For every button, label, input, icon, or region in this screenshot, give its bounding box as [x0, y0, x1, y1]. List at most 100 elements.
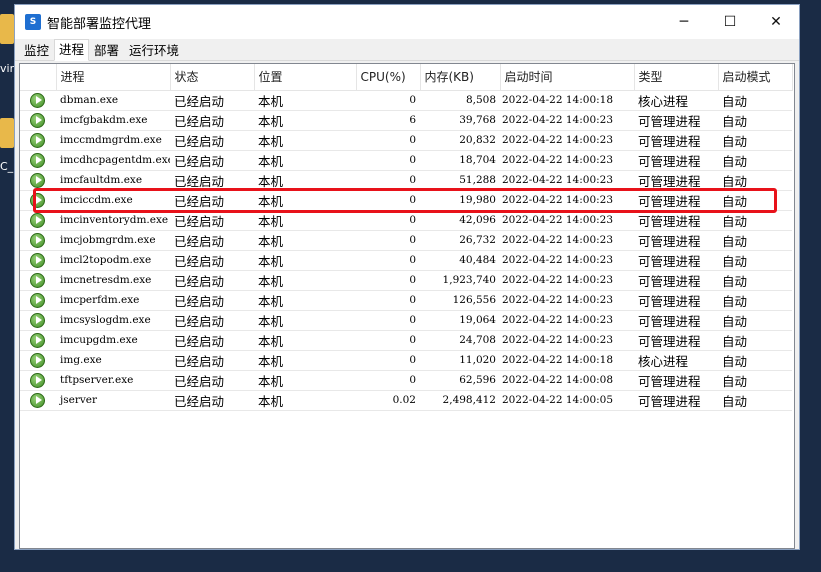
start-time: 2022-04-22 14:00:23	[500, 130, 634, 151]
process-type: 可管理进程	[634, 270, 718, 291]
process-type: 可管理进程	[634, 230, 718, 251]
location: 本机	[254, 170, 356, 191]
start-time: 2022-04-22 14:00:23	[500, 170, 634, 191]
memory: 42,096	[420, 210, 500, 231]
start-time: 2022-04-22 14:00:23	[500, 250, 634, 271]
running-play-icon	[30, 152, 45, 168]
process-name: imcnetresdm.exe	[56, 270, 170, 291]
icon-cell	[20, 170, 56, 191]
header-cpu[interactable]: CPU(%)	[356, 64, 421, 91]
header-start-mode[interactable]: 启动模式	[718, 64, 793, 91]
running-play-icon	[30, 372, 45, 388]
table-row[interactable]: imcfgbakdm.exe 已经启动 本机 6 39,768 2022-04-22 14…	[20, 110, 792, 131]
process-type: 可管理进程	[634, 310, 718, 331]
memory: 20,832	[420, 130, 500, 151]
table-row[interactable]: imcsyslogdm.exe 已经启动 本机 0 19,064 2022-04-22 1…	[20, 310, 792, 331]
table-row[interactable]: imcperfdm.exe 已经启动 本机 0 126,556 2022-04-22 14…	[20, 290, 792, 311]
start-mode: 自动	[718, 90, 792, 111]
cpu: 0	[356, 350, 420, 371]
location: 本机	[254, 230, 356, 251]
process-name: imciccdm.exe	[56, 190, 170, 211]
memory: 2,498,412	[420, 390, 500, 411]
header-start-time[interactable]: 启动时间	[500, 64, 635, 91]
start-mode: 自动	[718, 290, 792, 311]
location: 本机	[254, 90, 356, 111]
running-play-icon	[30, 132, 45, 148]
start-mode: 自动	[718, 370, 792, 391]
table-row[interactable]: imcupgdm.exe 已经启动 本机 0 24,708 2022-04-22 14:0…	[20, 330, 792, 351]
process-type: 可管理进程	[634, 130, 718, 151]
table-row[interactable]: imcnetresdm.exe 已经启动 本机 0 1,923,740 2022-04-2…	[20, 270, 792, 291]
memory: 19,980	[420, 190, 500, 211]
start-time: 2022-04-22 14:00:08	[500, 370, 634, 391]
cpu: 0	[356, 250, 420, 271]
desktop-folder-icon[interactable]	[0, 118, 14, 148]
tab-environment[interactable]: 运行环境	[124, 40, 184, 60]
tab-process[interactable]: 进程	[54, 39, 90, 61]
process-type: 核心进程	[634, 350, 718, 371]
cpu: 0	[356, 370, 420, 391]
icon-cell	[20, 370, 56, 391]
process-name: img.exe	[56, 350, 170, 371]
start-time: 2022-04-22 14:00:18	[500, 350, 634, 371]
title-bar[interactable]: S 智能部署监控代理 ─ ☐ ✕	[15, 5, 799, 39]
process-name: imcjobmgrdm.exe	[56, 230, 170, 251]
table-row[interactable]: tftpserver.exe 已经启动 本机 0 62,596 2022-04-22 14…	[20, 370, 792, 391]
process-type: 可管理进程	[634, 110, 718, 131]
process-name: imcinventorydm.exe	[56, 210, 170, 231]
header-memory[interactable]: 内存(KB)	[420, 64, 501, 91]
process-type: 可管理进程	[634, 170, 718, 191]
status: 已经启动	[170, 90, 254, 111]
status: 已经启动	[170, 110, 254, 131]
icon-cell	[20, 110, 56, 131]
location: 本机	[254, 130, 356, 151]
table-row[interactable]: jserver 已经启动 本机 0.02 2,498,412 2022-04-22 14:…	[20, 390, 792, 411]
start-mode: 自动	[718, 270, 792, 291]
cpu: 0	[356, 270, 420, 291]
icon-cell	[20, 210, 56, 231]
cpu: 0	[356, 130, 420, 151]
minimize-button[interactable]: ─	[661, 5, 707, 39]
memory: 39,768	[420, 110, 500, 131]
table-row[interactable]: imcinventorydm.exe 已经启动 本机 0 42,096 2022-04-2…	[20, 210, 792, 231]
desktop-folder-icon[interactable]	[0, 14, 14, 44]
icon-cell	[20, 190, 56, 211]
table-row[interactable]: dbman.exe 已经启动 本机 0 8,508 2022-04-22 14:00:18…	[20, 90, 792, 111]
table-row[interactable]: imcfaultdm.exe 已经启动 本机 0 51,288 2022-04-22 14…	[20, 170, 792, 191]
header-type[interactable]: 类型	[634, 64, 719, 91]
process-name: imcsyslogdm.exe	[56, 310, 170, 331]
header-icon[interactable]	[20, 64, 57, 91]
start-mode: 自动	[718, 110, 792, 131]
memory: 11,020	[420, 350, 500, 371]
process-list: 进程 状态 位置 CPU(%) 内存(KB) 启动时间 类型 启动模式 dbman.exe 已经…	[19, 63, 795, 549]
close-button[interactable]: ✕	[753, 5, 799, 39]
tab-monitor[interactable]: 监控	[19, 40, 54, 60]
memory: 126,556	[420, 290, 500, 311]
status: 已经启动	[170, 150, 254, 171]
running-play-icon	[30, 112, 45, 128]
header-status[interactable]: 状态	[170, 64, 255, 91]
header-location[interactable]: 位置	[254, 64, 357, 91]
start-time: 2022-04-22 14:00:23	[500, 210, 634, 231]
running-play-icon	[30, 92, 45, 108]
status: 已经启动	[170, 350, 254, 371]
location: 本机	[254, 190, 356, 211]
table-row[interactable]: imcdhcpagentdm.exe 已经启动 本机 0 18,704 2022-04-2…	[20, 150, 792, 171]
table-row[interactable]: img.exe 已经启动 本机 0 11,020 2022-04-22 14:00:18 核…	[20, 350, 792, 371]
start-mode: 自动	[718, 350, 792, 371]
start-mode: 自动	[718, 390, 792, 411]
memory: 62,596	[420, 370, 500, 391]
start-time: 2022-04-22 14:00:23	[500, 190, 634, 211]
table-row[interactable]: imciccdm.exe 已经启动 本机 0 19,980 2022-04-22 14:0…	[20, 190, 792, 211]
header-process[interactable]: 进程	[56, 64, 171, 91]
table-row[interactable]: imcl2topodm.exe 已经启动 本机 0 40,484 2022-04-22 1…	[20, 250, 792, 271]
table-row[interactable]: imcjobmgrdm.exe 已经启动 本机 0 26,732 2022-04-22 1…	[20, 230, 792, 251]
tab-deploy[interactable]: 部署	[89, 40, 124, 60]
table-row[interactable]: imccmdmgrdm.exe 已经启动 本机 0 20,832 2022-04-22 1…	[20, 130, 792, 151]
start-mode: 自动	[718, 310, 792, 331]
start-time: 2022-04-22 14:00:23	[500, 270, 634, 291]
status: 已经启动	[170, 190, 254, 211]
maximize-button[interactable]: ☐	[707, 5, 753, 39]
status: 已经启动	[170, 230, 254, 251]
start-mode: 自动	[718, 230, 792, 251]
